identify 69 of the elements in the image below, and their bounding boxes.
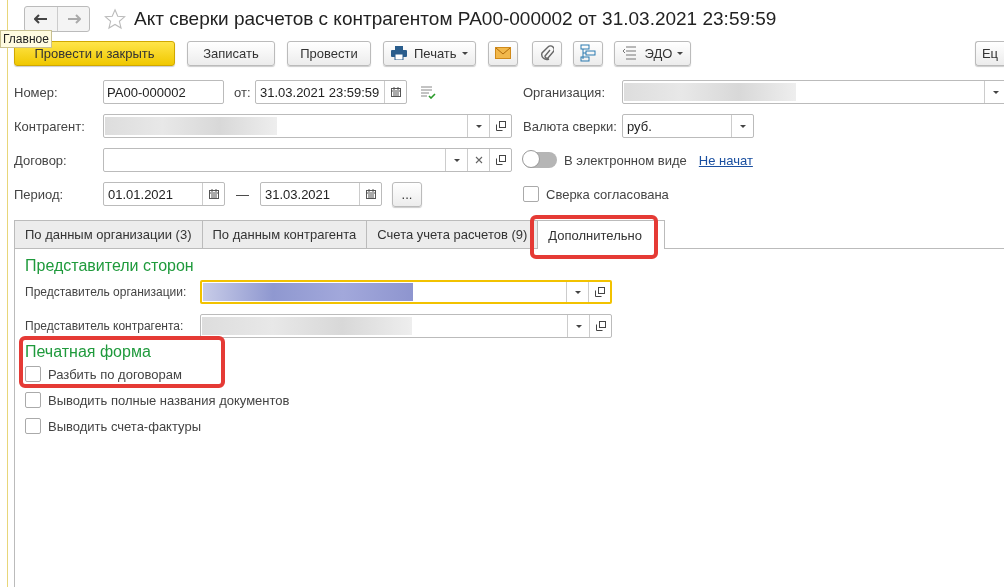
print-button[interactable]: Печать	[383, 40, 476, 66]
caret-icon	[677, 51, 684, 55]
document-check-icon[interactable]	[420, 85, 436, 99]
section-title: Представители сторон	[25, 256, 195, 275]
dropdown-icon	[739, 124, 746, 128]
field-label: Контрагент:	[14, 118, 86, 134]
back-arrow-icon	[34, 14, 48, 24]
representative-field[interactable]	[200, 314, 612, 338]
caret-icon	[461, 51, 468, 55]
date-field[interactable]: 31.03.2021 23:59:59	[255, 80, 407, 104]
tooltip: Главное	[0, 30, 52, 48]
dropdown-icon	[575, 324, 582, 328]
field-label: Номер:	[14, 84, 59, 100]
dropdown-icon	[574, 290, 581, 294]
hierarchy-icon	[579, 44, 596, 62]
document-exchange-icon	[621, 46, 638, 60]
open-icon	[594, 287, 605, 297]
option-checkbox[interactable]: Разбить по договорам	[25, 361, 1004, 387]
status-link[interactable]: Не начат	[698, 152, 753, 168]
tab[interactable]: По данным организации (3)	[14, 220, 203, 248]
tab[interactable]: Счета учета расчетов (9)	[366, 220, 539, 248]
dropdown-icon	[992, 90, 999, 94]
dropdown-icon	[475, 124, 482, 128]
tab[interactable]: Дополнительно	[537, 220, 665, 249]
paperclip-icon	[539, 45, 554, 61]
star-icon[interactable]	[104, 8, 126, 30]
tab[interactable]: По данным контрагента	[201, 220, 368, 248]
representative-field[interactable]	[200, 280, 612, 304]
date-field[interactable]: 31.03.2021	[260, 182, 382, 206]
toolbar-button[interactable]: Записать	[187, 40, 275, 66]
option-checkbox[interactable]: Выводить счета-фактуры	[25, 413, 1004, 439]
dropdown-icon	[453, 158, 460, 162]
dash: —	[236, 186, 249, 202]
window-title: Акт сверки расчетов с контрагентом РА00-000002 от 31.03.2021 23:59:59	[134, 8, 777, 30]
forward-arrow-icon	[66, 14, 81, 24]
calendar-icon	[208, 189, 219, 199]
field-label: Организация:	[523, 84, 607, 100]
mail-button[interactable]	[487, 40, 518, 66]
contract-field[interactable]	[103, 148, 512, 172]
section-title: Печатная форма	[25, 343, 152, 361]
attachment-button[interactable]	[531, 40, 562, 66]
more-button[interactable]: Ец	[974, 40, 1004, 66]
field-label: от:	[234, 84, 252, 100]
calendar-icon	[390, 87, 401, 97]
toggle-switch[interactable]	[523, 152, 557, 168]
field-label: Валюта сверки:	[523, 118, 618, 134]
period-button[interactable]: ...	[392, 181, 422, 207]
edo-button[interactable]: ЭДО	[613, 40, 692, 66]
field-label: Представитель организации:	[25, 285, 188, 299]
number-field[interactable]: РА00-000002	[103, 80, 224, 104]
counterparty-field[interactable]	[103, 114, 512, 138]
field-label: Представитель контрагента:	[25, 319, 185, 333]
date-field[interactable]: 01.01.2021	[103, 182, 225, 206]
clear-icon[interactable]	[474, 156, 483, 164]
open-icon	[595, 321, 606, 331]
open-icon	[495, 121, 506, 131]
currency-field[interactable]: руб.	[622, 114, 754, 138]
envelope-icon	[494, 47, 511, 59]
organization-field[interactable]	[622, 80, 1004, 104]
field-label: Договор:	[14, 152, 68, 168]
structure-button[interactable]	[572, 40, 603, 66]
toolbar-button[interactable]: Провести	[287, 40, 371, 66]
toggle-label: В электронном виде	[564, 152, 687, 168]
calendar-icon	[365, 189, 376, 199]
field-label: Период:	[14, 186, 65, 202]
agreed-checkbox[interactable]: Сверка согласована	[523, 186, 669, 202]
printer-icon	[391, 46, 407, 60]
open-icon	[495, 155, 506, 165]
option-checkbox[interactable]: Выводить полные названия документов	[25, 387, 1004, 413]
